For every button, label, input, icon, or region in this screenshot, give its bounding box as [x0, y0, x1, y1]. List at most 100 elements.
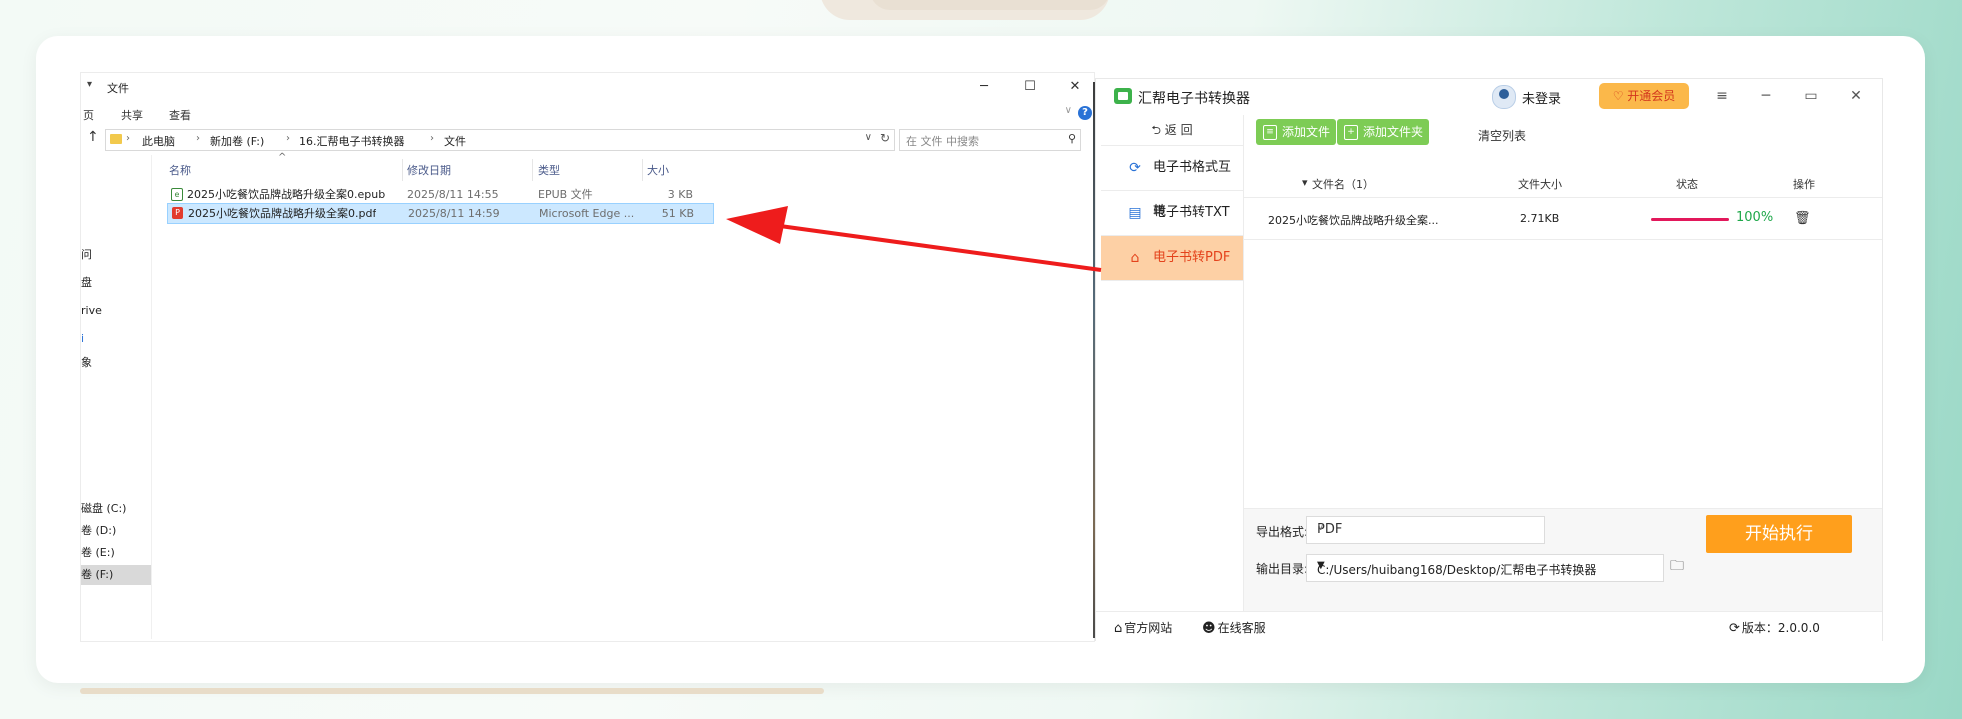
search-input[interactable]: 在 文件 中搜索 ⚲ [899, 129, 1081, 151]
tab-share[interactable]: 共享 [121, 107, 143, 123]
horizontal-scrollbar[interactable] [80, 688, 824, 694]
chevron-right-icon: › [430, 133, 434, 144]
up-arrow-icon[interactable]: ↑ [87, 129, 99, 145]
app-title: 汇帮电子书转换器 [1138, 91, 1250, 107]
column-divider[interactable] [402, 159, 403, 181]
nav-item-drive-f[interactable]: 卷 (F:) [81, 565, 151, 585]
progress-text: 100% [1736, 210, 1774, 225]
sidebar-item-format-convert[interactable]: ⟳ 电子书格式互转 [1101, 146, 1243, 219]
export-format-select[interactable]: PDF ∨ [1306, 516, 1545, 544]
address-bar[interactable]: › 此电脑 › 新加卷 (F:) › 16.汇帮电子书转换器 › 文件 ∨ ↻ [105, 129, 895, 151]
breadcrumb-folder[interactable]: 16.汇帮电子书转换器 [299, 133, 405, 149]
online-support-label: 在线客服 [1217, 621, 1266, 635]
chevron-right-icon: › [196, 133, 200, 144]
refresh-icon: ⟳ [1129, 160, 1141, 176]
minimize-button[interactable]: ─ [969, 76, 999, 98]
pdf-icon: ⌂ [1130, 250, 1140, 266]
chevron-right-icon: › [286, 133, 290, 144]
output-dir-select[interactable]: C:/Users/huibang168/Desktop/汇帮电子书转换器 ▼ [1306, 554, 1664, 582]
file-add-icon: ≡ [1263, 125, 1277, 140]
minimize-button[interactable]: ─ [1751, 85, 1781, 107]
sort-desc-icon[interactable]: ▾ [1302, 176, 1308, 189]
sidebar-item-to-txt[interactable]: ▤ 电子书转TXT [1101, 191, 1243, 236]
add-file-button[interactable]: ≡ 添加文件 [1256, 119, 1337, 145]
header-action: 操作 [1793, 178, 1815, 191]
row-file-name: 2025小吃餐饮品牌战略升级全案... [1268, 214, 1439, 227]
file-list-header: ▾ 文件名（1） 文件大小 状态 操作 [1244, 167, 1882, 198]
column-divider[interactable] [532, 159, 533, 181]
file-type: Microsoft Edge ... [539, 207, 635, 220]
version-info[interactable]: ⟳ 版本：2.0.0.0 [1729, 619, 1820, 636]
chevron-right-icon: › [126, 133, 130, 144]
close-button[interactable]: ✕ [1060, 76, 1090, 98]
column-header-date[interactable]: 修改日期 [407, 161, 451, 181]
file-size: 3 KB [667, 188, 693, 201]
pdf-file-icon: P [172, 207, 183, 219]
address-row: ↑ › 此电脑 › 新加卷 (F:) › 16.汇帮电子书转换器 › 文件 ∨ … [81, 127, 1094, 153]
expand-ribbon-icon[interactable]: ∨ [1065, 105, 1072, 116]
clear-list-button[interactable]: 清空列表 [1478, 127, 1526, 144]
help-icon[interactable]: ? [1078, 106, 1092, 120]
official-website-link[interactable]: ⌂ 官方网站 [1114, 619, 1172, 636]
breadcrumb-this-pc[interactable]: 此电脑 [142, 133, 175, 149]
add-file-label: 添加文件 [1282, 125, 1331, 139]
refresh-icon: ⟳ [1729, 621, 1740, 636]
navigation-pane: 问 盘 rive i 象 磁盘 (C:) 卷 (D:) 卷 (E:) 卷 (F:… [81, 155, 152, 639]
back-button[interactable]: ⮌ 返 回 [1101, 115, 1243, 146]
sidebar-item-label: 电子书转TXT [1153, 205, 1230, 220]
add-folder-button[interactable]: + 添加文件夹 [1337, 119, 1430, 145]
file-row-selected[interactable]: P 2025小吃餐饮品牌战略升级全案0.pdf 2025/8/11 14:59 … [167, 203, 714, 224]
nav-item[interactable]: i [81, 329, 151, 349]
nav-item[interactable]: 问 [81, 245, 151, 265]
quick-access-dropdown-icon[interactable]: ▾ [87, 79, 92, 90]
login-status[interactable]: 未登录 [1522, 88, 1561, 107]
nav-item[interactable]: rive [81, 301, 151, 321]
breadcrumb-drive[interactable]: 新加卷 (F:) [210, 133, 264, 149]
file-list-row[interactable]: 2025小吃餐饮品牌战略升级全案... 2.71KB 100% 🗑 [1244, 199, 1882, 240]
add-folder-label: 添加文件夹 [1363, 125, 1424, 139]
nav-item-drive-e[interactable]: 卷 (E:) [81, 543, 151, 563]
nav-item-drive-c[interactable]: 磁盘 (C:) [81, 499, 151, 519]
search-icon[interactable]: ⚲ [1068, 132, 1076, 145]
folder-open-icon[interactable]: 🗀 [1670, 555, 1684, 579]
file-name: 2025小吃餐饮品牌战略升级全案0.epub [187, 188, 386, 201]
ebook-converter-window: 汇帮电子书转换器 未登录 ♡ 开通会员 ≡ ─ ▭ ✕ ⮌ 返 回 ⟳ 电子书格… [1095, 78, 1883, 641]
tab-view[interactable]: 查看 [169, 107, 191, 123]
main-panel: ≡ 添加文件 + 添加文件夹 清空列表 ▾ 文件名（1） 文件大小 状态 操作 … [1244, 115, 1882, 612]
file-size: 51 KB [661, 207, 694, 220]
column-header-type[interactable]: 类型 [538, 161, 560, 181]
support-icon: ☻ [1202, 621, 1216, 636]
vip-button[interactable]: ♡ 开通会员 [1599, 83, 1689, 109]
app-sidebar: ⮌ 返 回 ⟳ 电子书格式互转 ▤ 电子书转TXT ⌂ 电子书转PDF [1101, 115, 1244, 611]
start-button[interactable]: 开始执行 [1706, 515, 1852, 553]
search-placeholder: 在 文件 中搜索 [906, 135, 979, 148]
back-label: 返 回 [1164, 123, 1193, 137]
caret-down-icon: ▼ [1317, 560, 1325, 571]
tab-home[interactable]: 页 [83, 107, 94, 123]
document-icon: ▤ [1128, 205, 1142, 221]
column-header-name[interactable]: 名称 [169, 161, 191, 181]
file-date: 2025/8/11 14:55 [407, 188, 499, 201]
menu-icon[interactable]: ≡ [1707, 85, 1737, 107]
trash-icon[interactable]: 🗑 [1794, 211, 1811, 226]
header-file-name[interactable]: 文件名（1） [1312, 176, 1374, 192]
output-dir-label: 输出目录: [1256, 562, 1309, 576]
file-row[interactable]: e 2025小吃餐饮品牌战略升级全案0.epub 2025/8/11 14:55… [167, 185, 712, 204]
column-header-size[interactable]: 大小 [647, 161, 669, 181]
nav-item[interactable]: 象 [81, 353, 151, 373]
sidebar-item-to-pdf[interactable]: ⌂ 电子书转PDF [1101, 236, 1243, 281]
user-avatar[interactable] [1492, 85, 1516, 109]
breadcrumb-current[interactable]: 文件 [444, 133, 466, 149]
refresh-icon[interactable]: ↻ [880, 131, 890, 145]
online-support-link[interactable]: ☻ 在线客服 [1202, 619, 1266, 636]
nav-item[interactable]: 盘 [81, 273, 151, 293]
app-logo-icon [1114, 88, 1132, 104]
nav-item-drive-d[interactable]: 卷 (D:) [81, 521, 151, 541]
close-button[interactable]: ✕ [1841, 85, 1871, 107]
maximize-button[interactable]: ☐ [1015, 76, 1045, 98]
epub-file-icon: e [171, 188, 183, 201]
column-divider[interactable] [642, 159, 643, 181]
maximize-button[interactable]: ▭ [1796, 85, 1826, 107]
progress-bar [1651, 218, 1729, 221]
address-history-dropdown-icon[interactable]: ∨ [865, 132, 872, 143]
